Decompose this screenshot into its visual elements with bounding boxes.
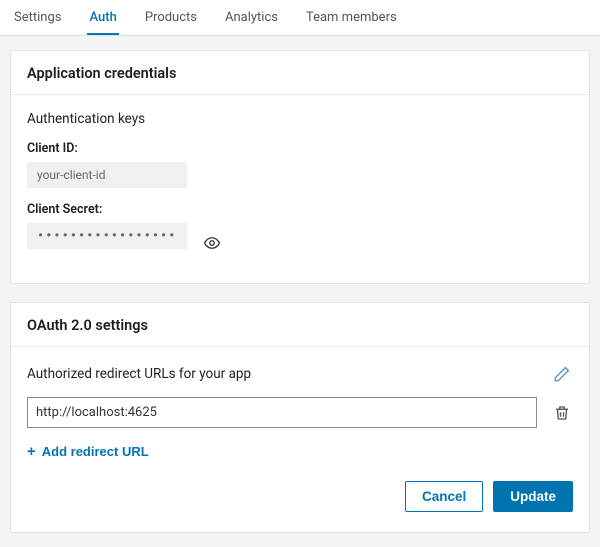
eye-icon <box>203 234 221 252</box>
reveal-secret-button[interactable] <box>201 232 223 254</box>
auth-keys-heading: Authentication keys <box>27 111 573 127</box>
add-url-label: Add redirect URL <box>42 444 149 459</box>
client-id-label: Client ID: <box>27 141 573 156</box>
add-redirect-url-button[interactable]: + Add redirect URL <box>27 442 149 461</box>
client-id-value: your-client-id <box>27 162 187 188</box>
top-tabs: Settings Auth Products Analytics Team me… <box>0 0 600 36</box>
credentials-card-title: Application credentials <box>11 51 589 95</box>
client-secret-value: ••••••••••••••••• <box>27 223 187 249</box>
trash-icon <box>553 404 571 422</box>
client-secret-label: Client Secret: <box>27 202 573 217</box>
tab-products[interactable]: Products <box>143 0 199 35</box>
edit-urls-button[interactable] <box>551 363 573 385</box>
tab-settings[interactable]: Settings <box>12 0 63 35</box>
oauth-card-title: OAuth 2.0 settings <box>11 303 589 347</box>
tab-analytics[interactable]: Analytics <box>223 0 280 35</box>
redirect-url-row <box>27 397 573 428</box>
redirect-urls-heading: Authorized redirect URLs for your app <box>27 366 251 382</box>
page-content: Application credentials Authentication k… <box>0 36 600 547</box>
tab-auth[interactable]: Auth <box>87 0 118 35</box>
credentials-card: Application credentials Authentication k… <box>10 50 590 284</box>
plus-icon: + <box>27 444 36 459</box>
oauth-card: OAuth 2.0 settings Authorized redirect U… <box>10 302 590 533</box>
update-button[interactable]: Update <box>493 481 573 512</box>
tab-team-members[interactable]: Team members <box>304 0 399 35</box>
cancel-button[interactable]: Cancel <box>405 481 483 512</box>
delete-url-button[interactable] <box>551 402 573 424</box>
redirect-url-input[interactable] <box>27 397 537 428</box>
pencil-icon <box>553 365 571 383</box>
